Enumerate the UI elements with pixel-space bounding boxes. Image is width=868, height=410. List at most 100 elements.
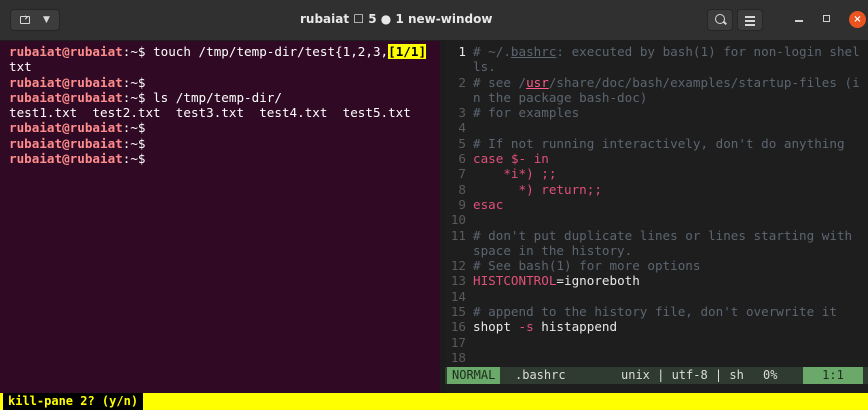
code-token: space in the history. bbox=[473, 242, 633, 258]
active-window-dot: ● bbox=[380, 12, 392, 26]
code-token: : executed by bash(1) for non-login shel bbox=[556, 44, 860, 59]
code-token: -s bbox=[518, 319, 534, 335]
code-token: $- bbox=[510, 151, 527, 167]
vim-filename: .bashrc bbox=[515, 368, 566, 382]
vim-line: 15 # append to the history file, don't ov… bbox=[445, 304, 868, 319]
tmux-status-bar: kill-pane 2? (y/n) bbox=[0, 393, 868, 410]
code-token: # append to the history file, don't over… bbox=[473, 304, 837, 320]
line-number: 3 bbox=[458, 105, 466, 121]
code-token: return;; bbox=[541, 181, 602, 197]
line-number: 1 bbox=[458, 44, 466, 59]
close-icon[interactable]: × bbox=[849, 11, 866, 28]
command-text: :~$ bbox=[122, 120, 146, 136]
line-number: 7 bbox=[458, 166, 466, 182]
vim-percent: 0% bbox=[763, 368, 778, 382]
code-token: case bbox=[473, 151, 504, 167]
code-token: # see / bbox=[473, 74, 527, 90]
search-button[interactable] bbox=[707, 9, 733, 31]
vim-line: ls. bbox=[445, 59, 868, 74]
vim-encoding: unix | utf-8 | sh bbox=[621, 368, 744, 382]
vim-line: 4 bbox=[445, 120, 868, 135]
shell-line: rubaiat@rubaiat:~$ bbox=[0, 136, 440, 151]
prompt-user: rubaiat@rubaiat bbox=[9, 120, 123, 136]
search-icon bbox=[715, 14, 725, 24]
prompt-user: rubaiat@rubaiat bbox=[9, 89, 123, 105]
line-number: 10 bbox=[450, 212, 466, 228]
vim-pane[interactable]: 1 # ~/.bashrc: executed by bash(1) for no… bbox=[445, 41, 868, 393]
terminal-icon bbox=[20, 16, 30, 24]
window-title-user: rubaiat bbox=[300, 12, 350, 26]
vim-line: 16 shopt -s histappend bbox=[445, 319, 868, 334]
code-token: /share/doc/bash/examples/startup-files (… bbox=[548, 74, 860, 90]
tmux-confirm-prompt[interactable]: kill-pane 2? (y/n) bbox=[3, 393, 144, 410]
shell-line: rubaiat@rubaiat:~$ bbox=[0, 120, 440, 135]
minimize-icon[interactable] bbox=[795, 20, 803, 22]
vim-line: 13 HISTCONTROL=ignoreboth bbox=[445, 273, 868, 288]
shell-pane[interactable]: rubaiat@rubaiat:~$ touch /tmp/temp-dir/t… bbox=[0, 41, 440, 393]
code-token: shopt bbox=[473, 319, 519, 335]
window-title-session: 5 bbox=[368, 12, 377, 26]
shell-line: rubaiat@rubaiat:~$ touch /tmp/temp-dir/t… bbox=[0, 44, 440, 59]
code-token: ;; bbox=[541, 166, 557, 182]
vim-line: 14 bbox=[445, 289, 868, 304]
vim-line: 17 bbox=[445, 335, 868, 350]
shell-line: rubaiat@rubaiat:~$ ls /tmp/temp-dir/ bbox=[0, 90, 440, 105]
command-text: :~$ touch /tmp/temp-dir/test{1,2,3, bbox=[122, 44, 389, 59]
chevron-down-icon: ▼ bbox=[43, 15, 50, 25]
shell-line: rubaiat@rubaiat:~$ bbox=[0, 151, 440, 166]
command-text: :~$ bbox=[122, 135, 146, 151]
prompt-user: rubaiat@rubaiat bbox=[9, 74, 123, 90]
vim-line: 10 bbox=[445, 212, 868, 227]
new-tab-button[interactable]: ▼ bbox=[10, 9, 60, 31]
line-number: 8 bbox=[458, 181, 466, 197]
window-title: rubaiat ☐ 5 ● 1 new-window bbox=[300, 12, 600, 26]
vim-line: 5 # If not running interactively, don't d… bbox=[445, 136, 868, 151]
code-token: ls. bbox=[473, 59, 496, 75]
code-token: # for examples bbox=[473, 105, 580, 121]
line-number: 11 bbox=[450, 227, 466, 243]
code-token: # See bash(1) for more options bbox=[473, 258, 701, 274]
line-number: 6 bbox=[458, 151, 466, 167]
code-token: in bbox=[533, 151, 549, 167]
code-token: histappend bbox=[533, 319, 618, 335]
maximize-icon[interactable] bbox=[823, 15, 830, 22]
code-token: usr bbox=[526, 74, 549, 90]
line-number: 15 bbox=[450, 304, 466, 320]
line-number: 17 bbox=[450, 334, 466, 350]
menu-button[interactable] bbox=[737, 9, 763, 31]
command-text: :~$ bbox=[122, 74, 146, 90]
prompt-user: rubaiat@rubaiat bbox=[9, 44, 123, 59]
vim-line: space in the history. bbox=[445, 243, 868, 258]
output-text: test1.txt test2.txt test3.txt test4.txt … bbox=[9, 105, 411, 121]
vim-line: 7 *i*) ;; bbox=[445, 166, 868, 181]
line-number: 13 bbox=[450, 273, 466, 289]
line-number: 9 bbox=[458, 196, 466, 212]
code-token: # ~/. bbox=[473, 44, 511, 59]
code-token: *i*) bbox=[503, 166, 534, 182]
vim-line: 12 # See bash(1) for more options bbox=[445, 258, 868, 273]
prompt-user: rubaiat@rubaiat bbox=[9, 135, 123, 151]
shell-line: txt bbox=[0, 59, 440, 74]
vim-line: 8 *) return;; bbox=[445, 182, 868, 197]
vim-cursor-position: 1:1 bbox=[803, 367, 863, 384]
vim-line: 6 case $- in bbox=[445, 151, 868, 166]
vim-line: 3 # for examples bbox=[445, 105, 868, 120]
output-text: txt bbox=[9, 59, 32, 75]
shell-line: test1.txt test2.txt test3.txt test4.txt … bbox=[0, 105, 440, 120]
prompt-user: rubaiat@rubaiat bbox=[9, 151, 123, 167]
line-number: 5 bbox=[458, 135, 466, 151]
vim-line: 9 esac bbox=[445, 197, 868, 212]
window-titlebar[interactable]: ▼ rubaiat ☐ 5 ● 1 new-window × bbox=[0, 0, 868, 41]
copy-mode-indicator: [1/1] bbox=[388, 44, 427, 59]
vim-line: 2 # see /usr/share/doc/bash/examples/star… bbox=[445, 75, 868, 90]
line-number: 2 bbox=[458, 74, 466, 90]
code-token: *) bbox=[518, 181, 534, 197]
vim-statusline: NORMAL .bashrc unix | utf-8 | sh 0% 1:1 bbox=[445, 367, 868, 384]
vim-line: 11 # don't put duplicate lines or lines s… bbox=[445, 228, 868, 243]
code-token: esac bbox=[473, 196, 504, 212]
line-number: 18 bbox=[450, 349, 466, 365]
vim-line: 18 bbox=[445, 350, 868, 365]
window-title-window: 1 new-window bbox=[395, 12, 493, 26]
